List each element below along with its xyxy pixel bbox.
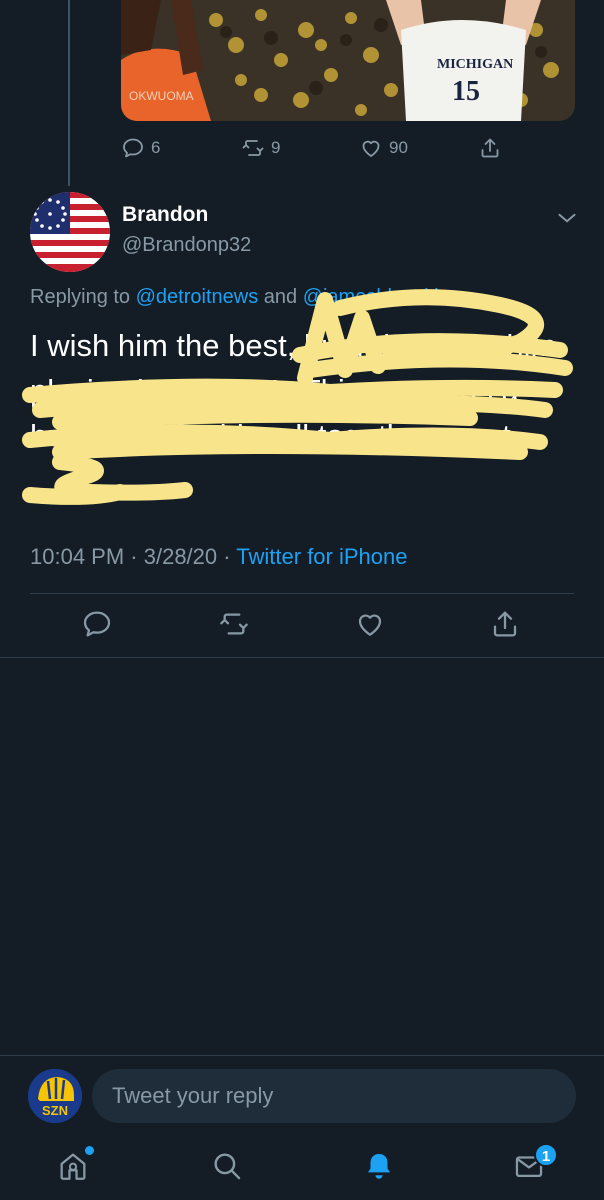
thread-line — [68, 0, 70, 186]
flag-avatar-image — [30, 192, 110, 272]
mention-link-detroitnews[interactable]: @detroitnews — [136, 286, 259, 308]
avatar-text: SZN — [42, 1103, 68, 1118]
author-name[interactable]: Brandon — [122, 203, 208, 227]
retweet-icon — [242, 140, 264, 156]
tweet-client-link[interactable]: Twitter for iPhone — [236, 544, 407, 569]
reply-input[interactable] — [112, 1069, 552, 1123]
reply-icon[interactable] — [81, 608, 113, 640]
reply-box[interactable] — [92, 1069, 576, 1123]
share-icon — [481, 138, 499, 158]
tweet-media-image[interactable]: OKWUOMA MICHIGAN 15 — [121, 0, 575, 121]
retweet-icon[interactable] — [218, 608, 250, 640]
chevron-down-icon[interactable] — [554, 205, 580, 231]
author-avatar[interactable] — [30, 192, 110, 272]
divider — [0, 657, 604, 658]
user-avatar[interactable]: SZN — [28, 1069, 82, 1123]
share-icon[interactable] — [489, 608, 521, 640]
home-icon — [60, 1153, 86, 1180]
bottom-navigation: 1 — [0, 1137, 604, 1200]
parent-retweet-button[interactable]: 9 — [241, 131, 280, 165]
tweet-metadata: 10:04 PM · 3/28/20 · Twitter for iPhone — [30, 544, 407, 570]
replying-to-label: Replying to — [30, 286, 136, 308]
parent-share-button[interactable] — [478, 131, 502, 165]
author-handle[interactable]: @Brandonp32 — [122, 234, 251, 257]
back-jersey-name: OKWUOMA — [129, 89, 194, 103]
home-notification-dot — [85, 1146, 94, 1155]
parent-like-button[interactable]: 90 — [359, 131, 408, 165]
search-icon — [214, 1153, 241, 1180]
meta-separator: · — [217, 544, 237, 569]
nav-notifications[interactable] — [362, 1149, 396, 1183]
parent-reply-count: 6 — [151, 138, 161, 157]
tweet-text: I wish him the best, but I don't see him… — [30, 328, 557, 453]
parent-reply-button[interactable]: 6 — [121, 131, 160, 165]
replying-joiner: and — [258, 286, 303, 308]
reply-icon — [123, 138, 143, 158]
replying-to-line: Replying to @detroitnews and @jamesbhawk… — [30, 286, 460, 309]
reply-composer: SZN — [0, 1055, 604, 1137]
bell-icon — [367, 1153, 391, 1179]
tweet-actions — [0, 594, 604, 656]
heart-icon[interactable] — [354, 608, 386, 640]
meta-separator: · — [124, 544, 144, 569]
jersey-number: 15 — [452, 76, 480, 107]
helmet-avatar-image: SZN — [28, 1069, 82, 1123]
messages-badge: 1 — [534, 1143, 558, 1167]
parent-like-count: 90 — [389, 138, 408, 157]
jersey-text: MICHIGAN — [437, 57, 513, 72]
tweet-time: 10:04 PM — [30, 544, 125, 569]
nav-home[interactable] — [56, 1149, 90, 1183]
mention-link-jamesbhawkins[interactable]: @jamesbhawkins — [303, 286, 460, 308]
parent-retweet-count: 9 — [271, 138, 281, 157]
parent-tweet-actions: 6 9 90 — [121, 131, 575, 165]
heart-icon — [362, 140, 380, 157]
tweet-date: 3/28/20 — [143, 544, 218, 569]
nav-search[interactable] — [210, 1149, 244, 1183]
